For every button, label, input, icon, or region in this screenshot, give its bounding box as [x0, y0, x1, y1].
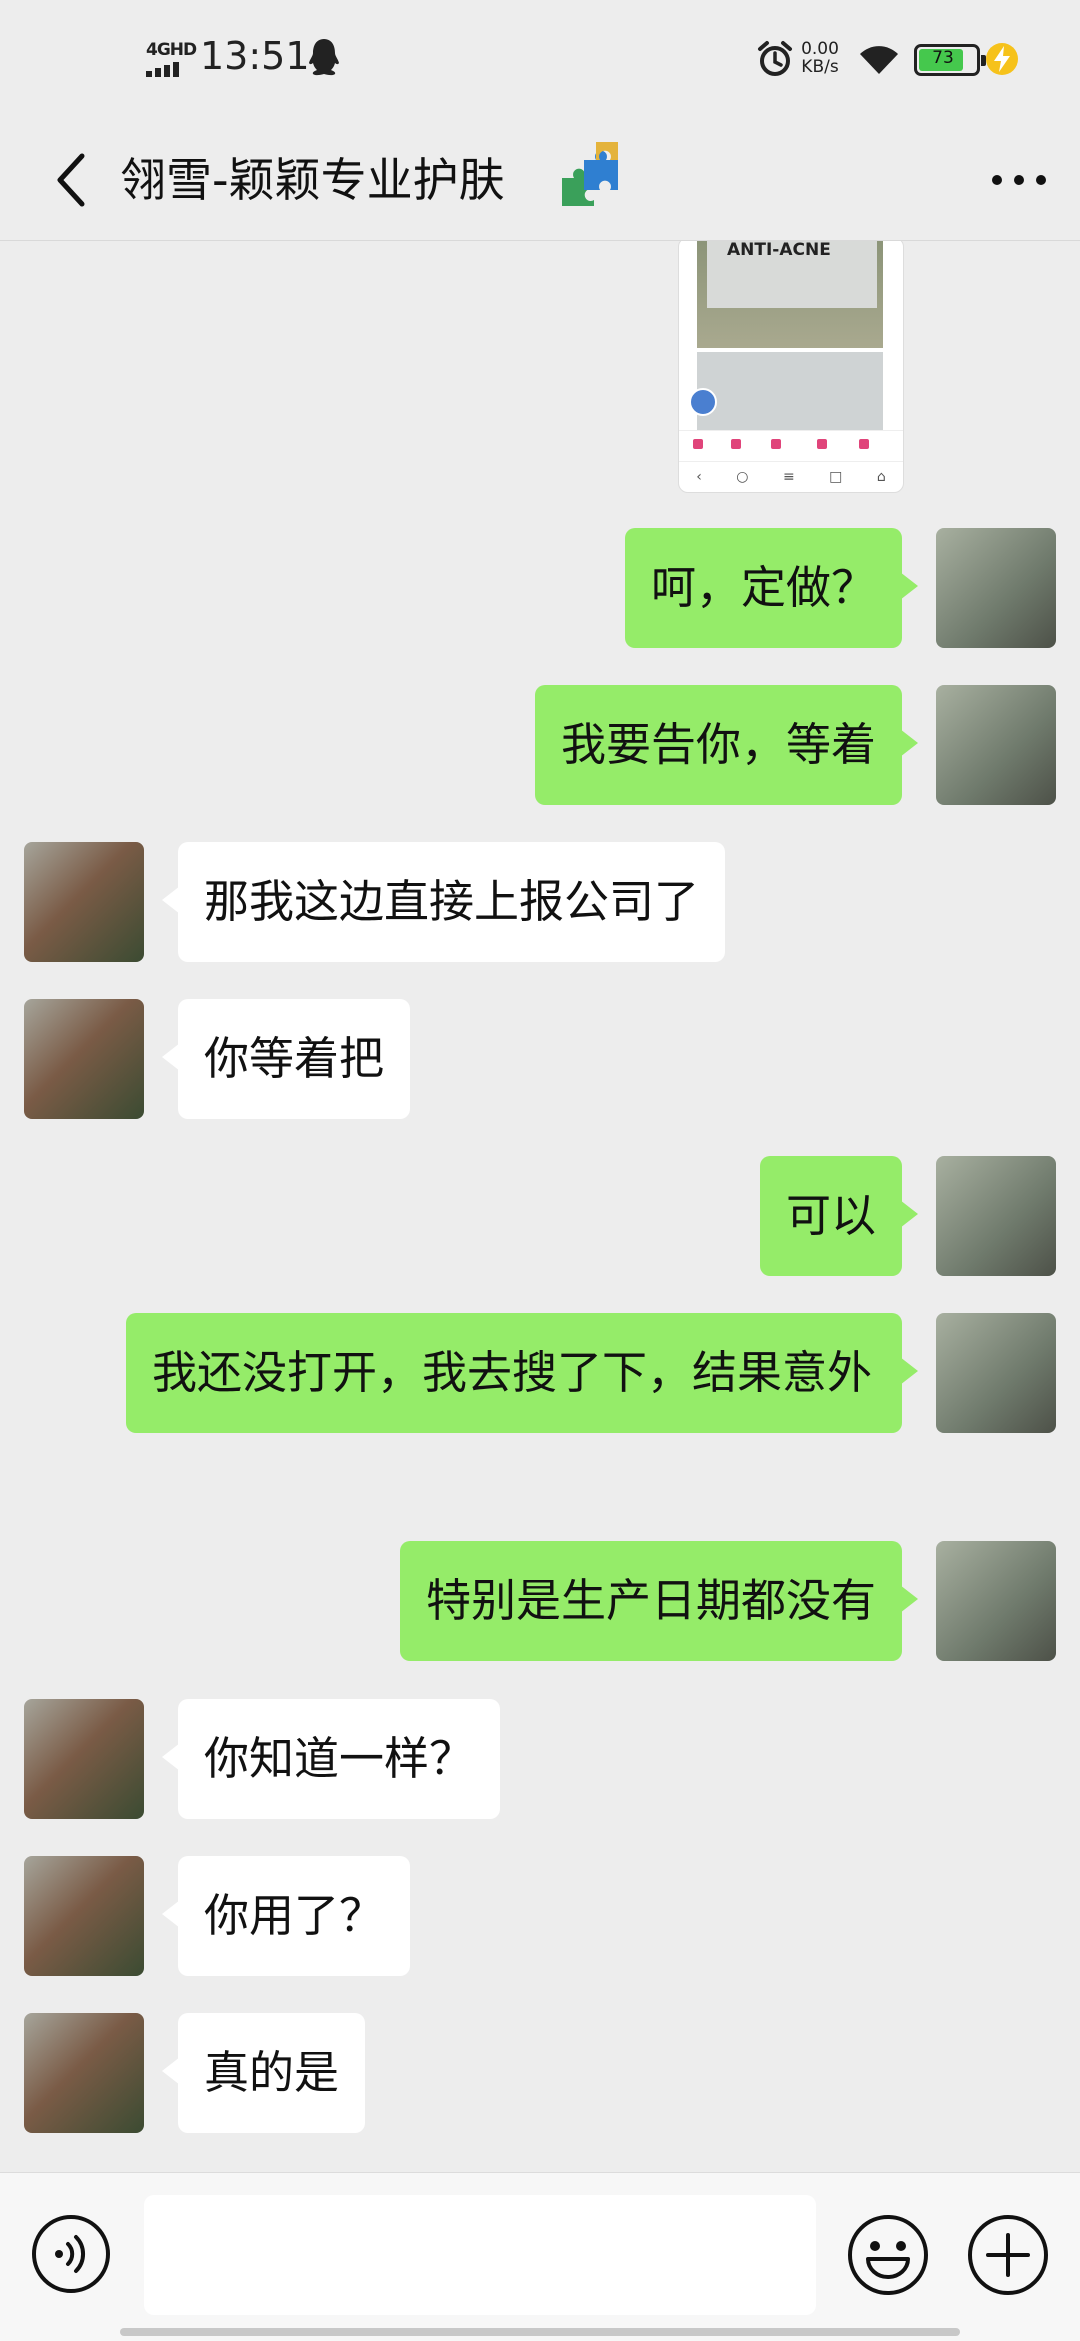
charging-icon: [986, 43, 1018, 75]
back-button[interactable]: [36, 142, 106, 218]
my-avatar[interactable]: [936, 528, 1056, 648]
qq-penguin-icon: [309, 39, 339, 76]
chevron-left-icon: [57, 153, 85, 207]
my-avatar[interactable]: [936, 685, 1056, 805]
my-avatar[interactable]: [936, 1541, 1056, 1661]
clock: 13:51: [200, 34, 310, 78]
network-speed-unit: KB/s: [801, 57, 839, 77]
contact-avatar[interactable]: [24, 2013, 144, 2133]
home-nav-icon: ⌂: [876, 469, 886, 485]
mobile-signal-icon: 4GHD: [146, 40, 197, 80]
floating-badge-icon: [689, 388, 717, 416]
chat-title: 翎雪-颖颖专业护肤: [120, 153, 505, 207]
phone-nav-bar: ‹ ○ ≡ □ ⌂: [679, 461, 903, 492]
menu-nav-icon: ≡: [782, 469, 795, 485]
received-message-bubble[interactable]: 你知道一样？: [161, 1699, 501, 1819]
sent-message-bubble[interactable]: 我要告你，等着: [534, 685, 919, 805]
contact-avatar[interactable]: [24, 842, 144, 962]
battery-icon: 73: [914, 44, 986, 76]
emoji-icon[interactable]: [846, 2213, 930, 2297]
shop-nav-bar: [679, 430, 903, 465]
message-list[interactable]: ANTI-ACNE ‹ ○ ≡ □ ⌂ 呵，定做？ 我要告你，等着 那我这边直接…: [0, 241, 1080, 2171]
battery-level: 73: [932, 48, 954, 68]
sent-message-bubble[interactable]: 特别是生产日期都没有: [399, 1541, 919, 1661]
network-type: 4GHD: [146, 40, 197, 60]
my-avatar[interactable]: [936, 1313, 1056, 1433]
search-nav-icon: ○: [736, 469, 749, 485]
product-brand-text: ANTI-ACNE: [727, 241, 831, 260]
network-speed-value: 0.00: [801, 39, 839, 59]
chat-header: 翎雪-颖颖专业护肤: [0, 120, 1080, 241]
contact-avatar[interactable]: [24, 999, 144, 1119]
product-detail-photo: [697, 352, 883, 432]
contact-avatar[interactable]: [24, 1699, 144, 1819]
contact-avatar[interactable]: [24, 1856, 144, 1976]
home-indicator[interactable]: [120, 2328, 960, 2336]
received-message-bubble[interactable]: 那我这边直接上报公司了: [161, 842, 726, 962]
received-message-bubble[interactable]: 你等着把: [161, 999, 411, 1119]
status-bar: 4GHD 13:51 0.00 KB/s 73: [0, 0, 1080, 120]
back-nav-icon: ‹: [696, 469, 702, 485]
message-input[interactable]: [144, 2195, 816, 2315]
voice-input-icon[interactable]: [30, 2213, 112, 2295]
received-message-bubble[interactable]: 真的是: [161, 2013, 366, 2133]
network-speed: 0.00 KB/s: [796, 40, 844, 76]
plus-icon[interactable]: [966, 2213, 1050, 2297]
more-dots-icon: [992, 175, 1046, 185]
sent-message-bubble[interactable]: 我还没打开，我去搜了下，结果意外: [126, 1313, 918, 1433]
alarm-icon: [758, 41, 792, 76]
more-options-button[interactable]: [984, 150, 1054, 210]
recent-nav-icon: □: [829, 469, 843, 485]
image-message[interactable]: ANTI-ACNE ‹ ○ ≡ □ ⌂: [678, 241, 904, 493]
chat-input-bar: [0, 2172, 1080, 2341]
puzzle-piece-icon: [562, 142, 618, 206]
received-message-bubble[interactable]: 你用了？: [161, 1856, 411, 1976]
wifi-icon: [860, 46, 898, 74]
sent-message-bubble[interactable]: 可以: [759, 1156, 919, 1276]
sent-message-bubble[interactable]: 呵，定做？: [624, 528, 919, 648]
my-avatar[interactable]: [936, 1156, 1056, 1276]
